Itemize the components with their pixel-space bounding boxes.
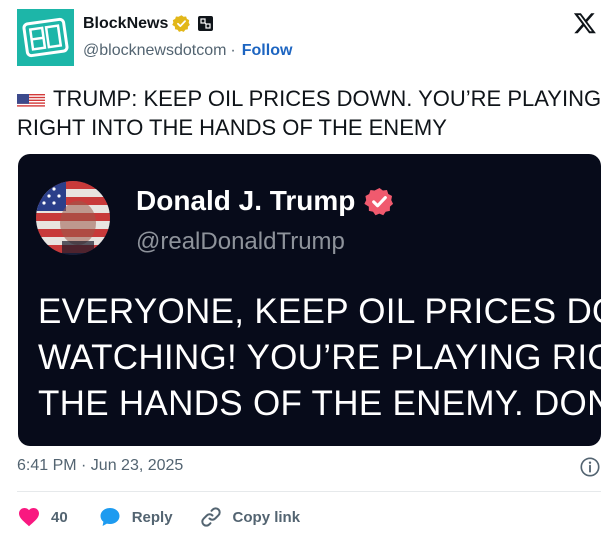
copy-link-label: Copy link bbox=[232, 508, 301, 526]
action-bar: 40 Reply Copy link bbox=[17, 504, 322, 530]
author-handle[interactable]: @blocknewsdotcom bbox=[83, 42, 226, 60]
handle-row: @blocknewsdotcom · Follow bbox=[83, 42, 292, 60]
card-author-avatar bbox=[36, 181, 110, 255]
tweet-text-line-1: TRUMP: KEEP OIL PRICES DOWN. YOU’RE PLAY… bbox=[53, 86, 602, 111]
tweet-header: BlockNews @blocknewsdotcom · Follow bbox=[17, 9, 607, 69]
tweet-text-line-2: RIGHT INTO THE HANDS OF THE ENEMY bbox=[17, 115, 447, 140]
like-count: 40 bbox=[51, 508, 68, 526]
like-button[interactable]: 40 bbox=[17, 505, 68, 529]
author-name[interactable]: BlockNews bbox=[83, 15, 168, 33]
x-logo-icon[interactable] bbox=[573, 11, 597, 35]
card-text-line-2: WATCHING! YOU’RE PLAYING RIGHT bbox=[38, 338, 601, 377]
separator-dot: · bbox=[230, 42, 236, 59]
post-timestamp[interactable]: 6:41 PM · Jun 23, 2025 bbox=[17, 457, 183, 475]
embedded-post-image[interactable]: Donald J. Trump @realDonaldTrump EVERYON… bbox=[18, 154, 601, 446]
actions-divider bbox=[17, 491, 601, 492]
heart-icon bbox=[19, 508, 39, 527]
card-post-text: EVERYONE, KEEP OIL PRICES DOWN WATCHING!… bbox=[38, 289, 601, 427]
reply-label: Reply bbox=[131, 508, 173, 526]
card-text-line-1: EVERYONE, KEEP OIL PRICES DOWN bbox=[38, 292, 601, 331]
author-name-row: BlockNews bbox=[83, 14, 214, 33]
card-author-name: Donald J. Trump bbox=[136, 185, 356, 216]
pink-verified-badge-icon bbox=[364, 187, 394, 215]
reply-button[interactable]: Reply bbox=[98, 505, 173, 529]
copy-link-button[interactable]: Copy link bbox=[199, 505, 301, 529]
card-author-row: Donald J. Trump bbox=[136, 185, 395, 217]
follow-button[interactable]: Follow bbox=[242, 42, 293, 60]
card-author-handle: @realDonaldTrump bbox=[136, 228, 345, 255]
tweet-text: TRUMP: KEEP OIL PRICES DOWN. YOU’RE PLAY… bbox=[17, 84, 607, 142]
affiliate-badge-icon[interactable] bbox=[198, 16, 214, 31]
us-flag-icon bbox=[17, 90, 45, 108]
blocknews-logo-icon[interactable] bbox=[17, 9, 74, 66]
gold-verified-badge-icon bbox=[172, 15, 191, 32]
speech-bubble-icon bbox=[100, 508, 120, 526]
card-text-line-3: THE HANDS OF THE ENEMY. DON’T bbox=[38, 384, 601, 423]
info-icon[interactable] bbox=[579, 456, 601, 478]
link-icon bbox=[200, 507, 221, 527]
